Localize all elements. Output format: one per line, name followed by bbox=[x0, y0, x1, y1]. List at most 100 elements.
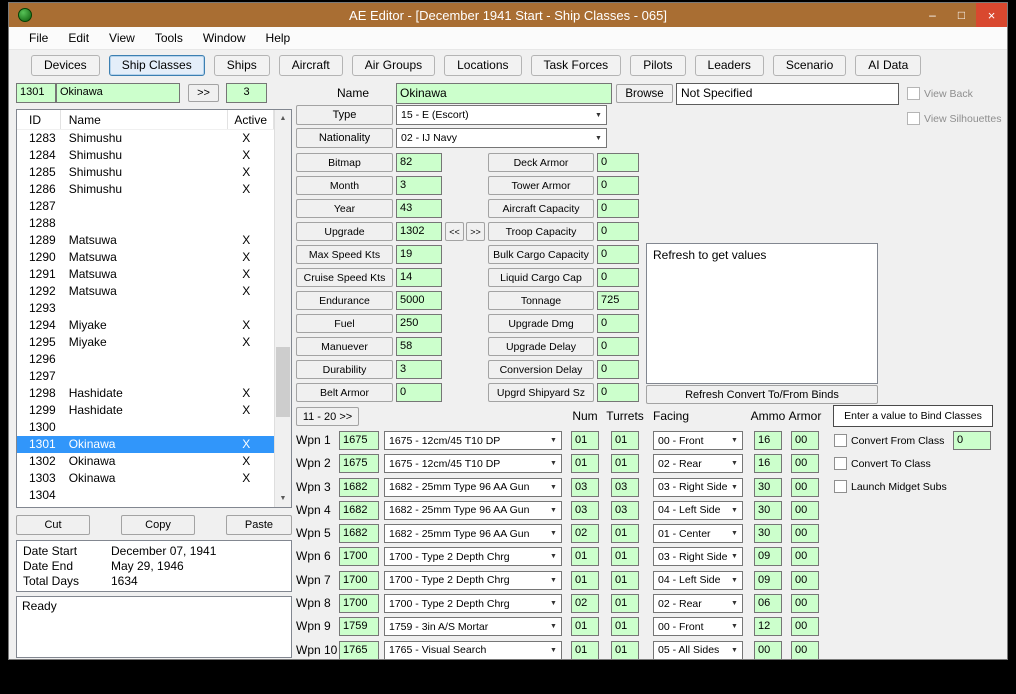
stat-label-button[interactable]: Deck Armor bbox=[488, 153, 594, 172]
stat-value-field[interactable]: 0 bbox=[396, 383, 442, 402]
weapon-armor-field[interactable]: 00 bbox=[791, 617, 819, 637]
weapon-armor-field[interactable]: 00 bbox=[791, 594, 819, 614]
stat-label-button[interactable]: Fuel bbox=[296, 314, 393, 333]
class-list-row[interactable]: 1297 bbox=[17, 368, 274, 385]
class-list-row[interactable]: 1285 Shimushu X bbox=[17, 164, 274, 181]
scrollbar-thumb[interactable] bbox=[276, 347, 290, 417]
tab-button[interactable]: Task Forces bbox=[530, 54, 622, 76]
stat-label-button[interactable]: Tonnage bbox=[488, 291, 594, 310]
weapon-num-field[interactable]: 02 bbox=[571, 594, 599, 614]
class-list-row[interactable]: 1293 bbox=[17, 300, 274, 317]
weapon-armor-field[interactable]: 00 bbox=[791, 431, 819, 450]
stat-value-field[interactable]: 0 bbox=[597, 176, 639, 195]
tab-button[interactable]: Locations bbox=[444, 54, 522, 76]
weapon-turrets-field[interactable]: 01 bbox=[611, 524, 639, 544]
stat-value-field[interactable]: 0 bbox=[597, 199, 639, 218]
weapon-id-field[interactable]: 1700 bbox=[339, 570, 379, 590]
weapon-num-field[interactable]: 01 bbox=[571, 454, 599, 474]
tab-button[interactable]: Devices bbox=[31, 54, 100, 76]
weapon-id-field[interactable]: 1675 bbox=[339, 431, 379, 450]
weapon-turrets-field[interactable]: 01 bbox=[611, 431, 639, 450]
stat-value-field[interactable]: 14 bbox=[396, 268, 442, 287]
weapon-num-field[interactable]: 01 bbox=[571, 431, 599, 450]
nationality-label-button[interactable]: Nationality bbox=[296, 128, 393, 148]
scroll-down-icon[interactable]: ▼ bbox=[275, 490, 291, 507]
view-silhouettes-checkbox[interactable]: View Silhouettes bbox=[907, 112, 1001, 125]
stat-label-button[interactable]: Manuever bbox=[296, 337, 393, 356]
stat-label-button[interactable]: Troop Capacity bbox=[488, 222, 594, 241]
stat-label-button[interactable]: Bulk Cargo Capacity bbox=[488, 245, 594, 264]
weapon-ammo-field[interactable]: 12 bbox=[754, 617, 782, 637]
weapon-num-field[interactable]: 02 bbox=[571, 524, 599, 544]
weapon-turrets-field[interactable]: 01 bbox=[611, 640, 639, 660]
weapon-id-field[interactable]: 1682 bbox=[339, 477, 379, 497]
weapon-dropdown[interactable]: 1682 - 25mm Type 96 AA Gun ▼ bbox=[384, 524, 562, 544]
class-list-row[interactable]: 1295 Miyake X bbox=[17, 334, 274, 351]
facing-dropdown[interactable]: 05 - All Sides ▼ bbox=[653, 640, 743, 660]
class-list-row[interactable]: 1292 Matsuwa X bbox=[17, 283, 274, 300]
class-list-row[interactable]: 1300 bbox=[17, 419, 274, 436]
weapon-id-field[interactable]: 1675 bbox=[339, 454, 379, 474]
close-button[interactable]: × bbox=[976, 3, 1007, 27]
stat-value-field[interactable]: 1302 bbox=[396, 222, 442, 241]
tab-button[interactable]: Pilots bbox=[630, 54, 686, 76]
class-list-row[interactable]: 1299 Hashidate X bbox=[17, 402, 274, 419]
weapon-turrets-field[interactable]: 03 bbox=[611, 477, 639, 497]
class-list-row[interactable]: 1287 bbox=[17, 198, 274, 215]
stat-label-button[interactable]: Upgrade Dmg bbox=[488, 314, 594, 333]
upgrade-next-button[interactable]: >> bbox=[466, 222, 485, 241]
stat-value-field[interactable]: 0 bbox=[597, 314, 639, 333]
convert-from-class-checkbox[interactable]: Convert From Class bbox=[834, 434, 944, 447]
maximize-button[interactable]: □ bbox=[947, 3, 976, 27]
stat-label-button[interactable]: Cruise Speed Kts bbox=[296, 268, 393, 287]
facing-dropdown[interactable]: 03 - Right Side ▼ bbox=[653, 547, 743, 567]
stat-label-button[interactable]: Upgrade bbox=[296, 222, 393, 241]
facing-dropdown[interactable]: 00 - Front ▼ bbox=[653, 617, 743, 637]
weapon-armor-field[interactable]: 00 bbox=[791, 477, 819, 497]
weapon-id-field[interactable]: 1765 bbox=[339, 640, 379, 660]
weapon-dropdown[interactable]: 1675 - 12cm/45 T10 DP ▼ bbox=[384, 454, 562, 474]
facing-dropdown[interactable]: 03 - Right Side ▼ bbox=[653, 477, 743, 497]
weapon-turrets-field[interactable]: 03 bbox=[611, 500, 639, 520]
weapon-turrets-field[interactable]: 01 bbox=[611, 617, 639, 637]
class-list-row[interactable]: 1294 Miyake X bbox=[17, 317, 274, 334]
class-list-scrollbar[interactable]: ▲ ▼ bbox=[274, 110, 291, 507]
weapon-num-field[interactable]: 01 bbox=[571, 617, 599, 637]
type-label-button[interactable]: Type bbox=[296, 105, 393, 125]
weapon-id-field[interactable]: 1759 bbox=[339, 617, 379, 637]
class-list-row[interactable]: 1286 Shimushu X bbox=[17, 181, 274, 198]
class-id-field[interactable]: 1301 bbox=[16, 83, 56, 103]
weapon-ammo-field[interactable]: 06 bbox=[754, 594, 782, 614]
stat-label-button[interactable]: Belt Armor bbox=[296, 383, 393, 402]
tab-button[interactable]: Ships bbox=[213, 54, 270, 76]
class-list-row[interactable]: 1290 Matsuwa X bbox=[17, 249, 274, 266]
weapon-dropdown[interactable]: 1682 - 25mm Type 96 AA Gun ▼ bbox=[384, 500, 562, 520]
tab-button[interactable]: AI Data bbox=[855, 54, 922, 76]
upgrade-prev-button[interactable]: << bbox=[445, 222, 464, 241]
paste-button[interactable]: Paste bbox=[226, 515, 292, 535]
weapon-id-field[interactable]: 1700 bbox=[339, 547, 379, 567]
weapon-ammo-field[interactable]: 30 bbox=[754, 477, 782, 497]
stat-label-button[interactable]: Liquid Cargo Cap bbox=[488, 268, 594, 287]
stat-label-button[interactable]: Conversion Delay bbox=[488, 360, 594, 379]
minimize-button[interactable]: – bbox=[918, 3, 947, 27]
menu-item[interactable]: Window bbox=[193, 28, 256, 48]
stat-label-button[interactable]: Durability bbox=[296, 360, 393, 379]
class-list-row[interactable]: 1289 Matsuwa X bbox=[17, 232, 274, 249]
weapon-dropdown[interactable]: 1700 - Type 2 Depth Chrg ▼ bbox=[384, 594, 562, 614]
stat-value-field[interactable]: 0 bbox=[597, 268, 639, 287]
class-list-row[interactable]: 1291 Matsuwa X bbox=[17, 266, 274, 283]
weapon-dropdown[interactable]: 1682 - 25mm Type 96 AA Gun ▼ bbox=[384, 477, 562, 497]
stat-value-field[interactable]: 725 bbox=[597, 291, 639, 310]
weapon-dropdown[interactable]: 1759 - 3in A/S Mortar ▼ bbox=[384, 617, 562, 637]
class-list-row[interactable]: 1301 Okinawa X bbox=[17, 436, 274, 453]
refresh-binds-button[interactable]: Refresh Convert To/From Binds bbox=[646, 385, 878, 404]
weapon-num-field[interactable]: 03 bbox=[571, 500, 599, 520]
weapon-turrets-field[interactable]: 01 bbox=[611, 547, 639, 567]
tab-button[interactable]: Aircraft bbox=[278, 54, 343, 76]
stat-value-field[interactable]: 0 bbox=[597, 222, 639, 241]
weapon-ammo-field[interactable]: 09 bbox=[754, 547, 782, 567]
facing-dropdown[interactable]: 02 - Rear ▼ bbox=[653, 454, 743, 474]
class-list-row[interactable]: 1296 bbox=[17, 351, 274, 368]
stat-label-button[interactable]: Tower Armor bbox=[488, 176, 594, 195]
